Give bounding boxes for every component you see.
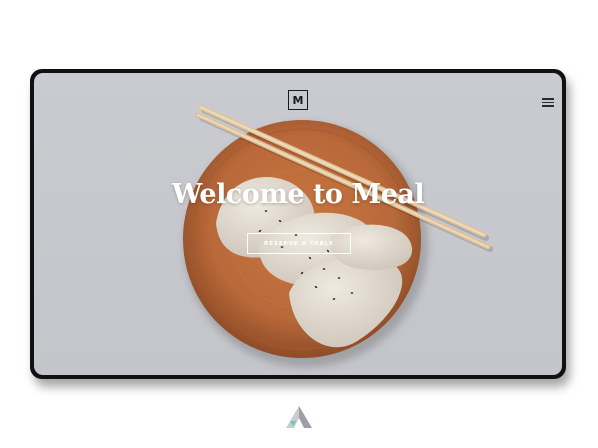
menu-line xyxy=(542,105,554,107)
menu-line xyxy=(542,98,554,100)
website-screen: M Welcome to Meal Reserve a Table xyxy=(34,73,562,375)
triangle-logo-icon xyxy=(286,406,312,428)
logo[interactable]: M xyxy=(288,90,308,110)
hero-title: Welcome to Meal xyxy=(171,179,425,210)
stage: M Welcome to Meal Reserve a Table xyxy=(0,0,598,448)
hero-image xyxy=(183,104,493,367)
hamburger-menu-icon[interactable] xyxy=(542,98,554,107)
menu-line xyxy=(542,101,554,103)
reserve-table-button[interactable]: Reserve a Table xyxy=(247,233,351,254)
device-frame: M Welcome to Meal Reserve a Table xyxy=(30,69,566,379)
